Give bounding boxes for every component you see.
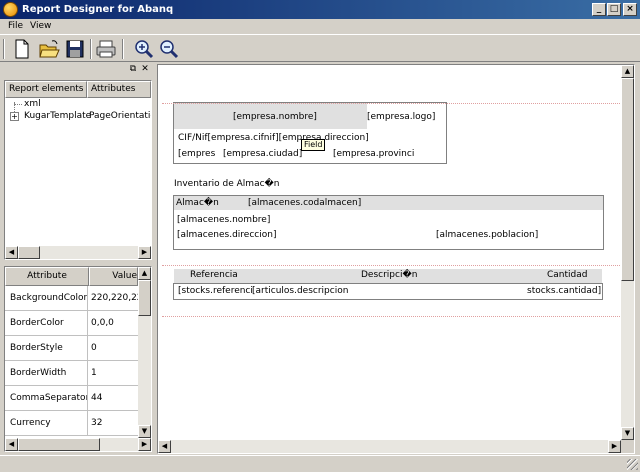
column-descripcion[interactable]: Descripci�n (361, 270, 417, 281)
field-almacen-direccion[interactable]: [almacenes.direccion] (177, 230, 276, 241)
app-icon (3, 2, 18, 17)
field-empresa-cifnif[interactable]: CIF/Nif[empresa.cifnif][empresa.direccio… (178, 133, 369, 144)
property-name: BorderWidth (5, 361, 88, 385)
print-icon[interactable] (95, 38, 117, 60)
property-row[interactable]: CommaSeparator 44 (5, 386, 138, 411)
property-name: BorderColor (5, 311, 88, 335)
title-bar: Report Designer for Abanq _ □ × (0, 0, 640, 19)
section-title[interactable]: Inventario de Almac�n (174, 179, 279, 190)
minimize-button[interactable]: _ (592, 3, 606, 16)
tree-header: Report elements Attributes (5, 81, 151, 98)
dock-close-icon[interactable]: ✕ (140, 64, 150, 74)
property-row[interactable]: BorderStyle 0 (5, 336, 138, 361)
properties-horizontal-scrollbar[interactable]: ◀ ▶ (5, 438, 151, 451)
maximize-button[interactable]: □ (607, 3, 621, 16)
field-articulos-descripcion[interactable]: [articulos.descripcion (252, 286, 348, 297)
scroll-corner (621, 440, 634, 453)
band-guide-line (162, 265, 622, 266)
column-value[interactable]: Value (89, 267, 138, 286)
column-attributes[interactable]: Attributes (87, 81, 151, 98)
property-name: BorderStyle (5, 336, 88, 360)
column-referencia[interactable]: Referencia (190, 270, 238, 281)
toolbar-separator (90, 39, 92, 59)
tree-horizontal-scrollbar[interactable]: ◀ ▶ (5, 246, 151, 259)
scroll-left-icon[interactable]: ◀ (5, 438, 18, 451)
window-title: Report Designer for Abanq (22, 4, 174, 15)
property-row[interactable]: BackgroundColor 220,220,220 (5, 286, 138, 311)
zoom-in-icon[interactable] (133, 38, 155, 60)
canvas-vertical-scrollbar[interactable]: ▲ ▼ (621, 65, 634, 440)
menu-view[interactable]: View (30, 21, 51, 32)
field-almacen-nombre[interactable]: [almacenes.nombre] (177, 215, 270, 226)
field-codalmacen[interactable]: [almacenes.codalmacen] (248, 198, 361, 209)
band-guide-line (162, 103, 622, 104)
tree-item-kugartemplate[interactable]: KugarTemplate (24, 111, 91, 122)
new-document-icon[interactable] (11, 38, 33, 60)
property-value[interactable]: 1 (91, 361, 138, 385)
scroll-up-icon[interactable]: ▲ (621, 65, 634, 78)
property-value[interactable]: 220,220,220 (91, 286, 138, 310)
scroll-left-icon[interactable]: ◀ (5, 246, 18, 259)
field-empresa[interactable]: [empres (178, 149, 215, 160)
toolbar (0, 34, 640, 62)
column-cantidad[interactable]: Cantidad (547, 270, 587, 281)
toolbar-separator (122, 39, 124, 59)
report-canvas[interactable]: [empresa.nombre] [empresa.logo] CIF/Nif[… (157, 64, 635, 454)
dock-header: ⧉ ✕ (3, 62, 153, 77)
scroll-right-icon[interactable]: ▶ (138, 438, 151, 451)
property-value[interactable]: 44 (91, 386, 138, 410)
property-value[interactable]: 32 (91, 411, 138, 435)
expand-icon[interactable]: + (10, 112, 19, 121)
canvas-horizontal-scrollbar[interactable]: ◀ ▶ (158, 440, 621, 453)
status-bar (0, 455, 640, 472)
save-icon[interactable] (64, 38, 86, 60)
tree-item-attribute: PageOrientation (89, 111, 151, 121)
label-almacen[interactable]: Almac�n (176, 198, 219, 209)
field-almacen-poblacion[interactable]: [almacenes.poblacion] (436, 230, 538, 241)
report-elements-tree[interactable]: Report elements Attributes xml + KugarTe… (4, 80, 152, 260)
field-stocks-cantidad[interactable]: stocks.cantidad] (527, 286, 601, 297)
field-empresa-provincia[interactable]: [empresa.provinci (333, 149, 414, 160)
scroll-right-icon[interactable]: ▶ (608, 440, 621, 453)
property-row[interactable]: Currency 32 (5, 411, 138, 436)
field-empresa-nombre[interactable]: [empresa.nombre] (233, 112, 317, 123)
scroll-left-icon[interactable]: ◀ (158, 440, 171, 453)
close-button[interactable]: × (623, 3, 637, 16)
undock-icon[interactable]: ⧉ (128, 64, 138, 74)
field-empresa-ciudad[interactable]: [empresa.ciudad] (223, 149, 302, 160)
scroll-thumb[interactable] (621, 78, 634, 281)
scroll-thumb[interactable] (138, 280, 151, 316)
property-name: CommaSeparator (5, 386, 88, 410)
scroll-right-icon[interactable]: ▶ (138, 246, 151, 259)
scroll-down-icon[interactable]: ▼ (621, 427, 634, 440)
property-row[interactable]: BorderWidth 1 (5, 361, 138, 386)
tree-line (14, 104, 22, 105)
menu-file[interactable]: File (8, 21, 23, 32)
scroll-thumb[interactable] (18, 438, 100, 451)
band-guide-line (162, 316, 622, 317)
scroll-up-icon[interactable]: ▲ (138, 267, 151, 280)
property-name: BackgroundColor (5, 286, 88, 310)
property-row[interactable]: BorderColor 0,0,0 (5, 311, 138, 336)
scroll-thumb[interactable] (18, 246, 40, 259)
properties-table[interactable]: Attribute Value BackgroundColor 220,220,… (4, 266, 152, 452)
field-tooltip: Field (301, 139, 326, 151)
property-value[interactable]: 0,0,0 (91, 311, 138, 335)
column-attribute[interactable]: Attribute (5, 267, 89, 286)
property-name: Currency (5, 411, 88, 435)
toolbar-handle (3, 39, 5, 59)
column-report-elements[interactable]: Report elements (5, 81, 87, 98)
field-stocks-referencia[interactable]: [stocks.referenci (178, 286, 253, 297)
scroll-down-icon[interactable]: ▼ (138, 425, 151, 438)
almacen-band (174, 196, 603, 210)
zoom-out-icon[interactable] (158, 38, 180, 60)
resize-grip-icon[interactable] (627, 459, 638, 470)
field-empresa-logo[interactable]: [empresa.logo] (367, 112, 435, 123)
tree-item-xml[interactable]: xml (24, 99, 41, 110)
open-folder-icon[interactable] (38, 38, 60, 60)
properties-vertical-scrollbar[interactable]: ▲ ▼ (138, 267, 151, 438)
property-value[interactable]: 0 (91, 336, 138, 360)
menu-bar: File View (0, 19, 640, 34)
